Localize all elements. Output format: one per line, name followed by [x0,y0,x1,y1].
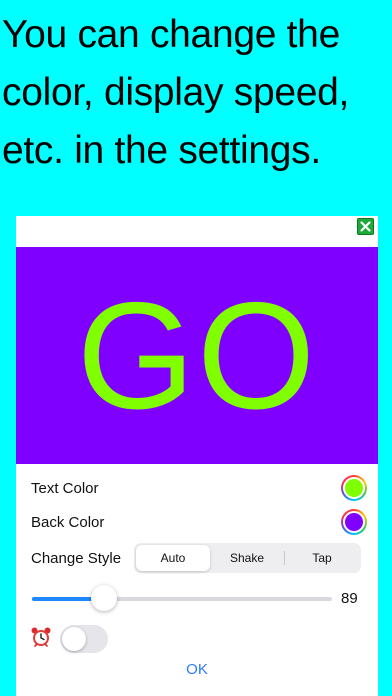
text-color-well[interactable] [341,475,367,501]
alarm-toggle[interactable] [60,625,108,653]
back-color-swatch [343,511,365,533]
alarm-clock-icon [31,627,51,647]
change-style-row: Change Style [31,543,141,573]
back-color-well[interactable] [341,509,367,535]
settings-panel: GO Text Color Back Color Change Style Au… [16,216,378,696]
segment-tap[interactable]: Tap [285,545,359,571]
ok-button[interactable]: OK [16,661,378,678]
segment-auto[interactable]: Auto [136,545,210,571]
segment-shake[interactable]: Shake [210,545,284,571]
text-color-label: Text Color [31,479,99,497]
text-color-row: Text Color [31,473,367,503]
speed-value: 89 [341,590,358,607]
speed-slider-thumb[interactable] [91,585,117,611]
back-color-row: Back Color [31,507,367,537]
text-color-swatch [343,477,365,499]
close-button[interactable] [357,218,374,235]
alarm-toggle-knob [62,627,86,651]
speed-slider[interactable] [32,585,332,611]
change-style-label: Change Style [31,549,122,567]
close-icon [360,221,371,232]
preview-text: GO [76,270,318,441]
change-style-segmented-control: Auto Shake Tap [134,543,361,573]
preview-area: GO [16,247,378,464]
headline: You can change the color, display speed,… [2,13,350,172]
back-color-label: Back Color [31,513,105,531]
